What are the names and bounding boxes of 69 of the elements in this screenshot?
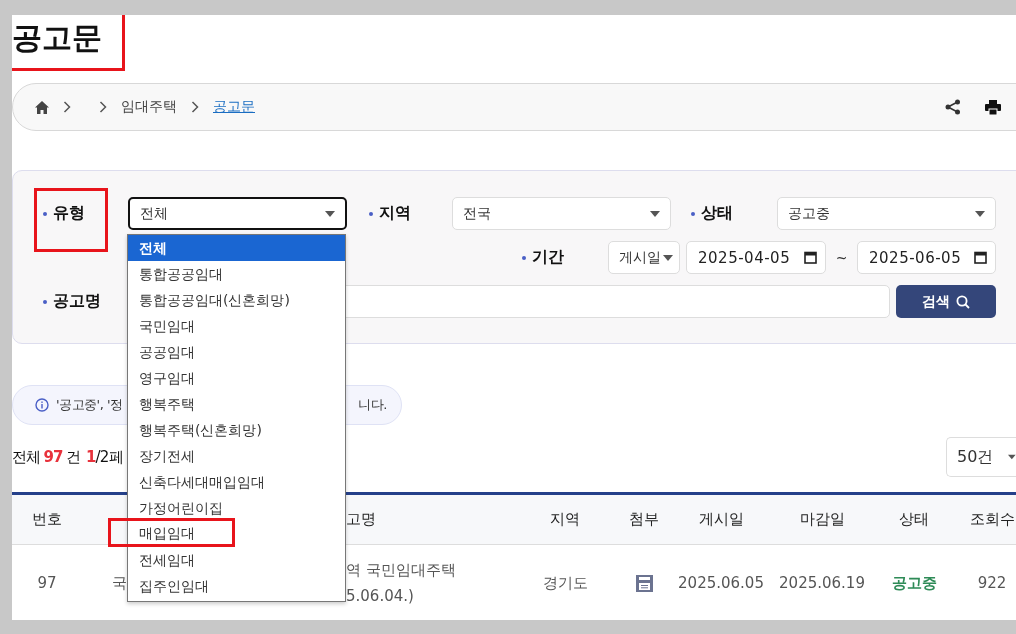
dropdown-option[interactable]: 국민임대 — [128, 313, 345, 339]
select-field[interactable]: 전체 — [128, 197, 347, 230]
total-label: 전체 — [12, 447, 41, 467]
table-cell-text: 경기도 — [541, 572, 589, 594]
table-cell-text: 97 — [36, 573, 58, 594]
info-icon — [35, 398, 49, 412]
notice-title-line[interactable]: 5.06.04.) — [346, 583, 414, 609]
print-icon[interactable] — [985, 99, 1001, 115]
share-icon[interactable] — [945, 99, 961, 115]
notice-title-line[interactable]: 역 국민임대주택 — [346, 557, 456, 583]
page-count: /2페 — [95, 447, 123, 467]
caret-icon — [975, 210, 985, 217]
calendar-icon[interactable] — [974, 251, 987, 264]
dropdown-option[interactable]: 통합공공임대(신혼희망) — [128, 287, 345, 313]
count-unit: 건 — [65, 447, 80, 467]
dropdown-option[interactable]: 집주인임대 — [128, 573, 345, 599]
filter-label: 지역 — [379, 203, 411, 224]
chevron-icon — [191, 101, 199, 113]
calendar-icon[interactable] — [804, 251, 817, 264]
search-button[interactable]: 검색 — [896, 285, 996, 318]
select-field[interactable]: 게시일 — [608, 241, 680, 274]
date-field[interactable]: 2025-04-05 — [686, 241, 826, 274]
column-header: 조회수 — [968, 509, 1016, 530]
chevron-icon — [63, 101, 71, 113]
date-field[interactable]: 2025-06-05 — [857, 241, 996, 274]
table-cell-text: 922 — [976, 573, 1008, 594]
dropdown-option[interactable]: 영구임대 — [128, 365, 345, 391]
column-header: 상태 — [898, 509, 930, 530]
caret-icon — [650, 210, 660, 217]
dropdown-option[interactable]: 행복주택 — [128, 391, 345, 417]
breadcrumb-link[interactable]: 공고문 — [213, 98, 255, 116]
notice-text: '공고중', '정 — [56, 396, 123, 414]
dropdown-option[interactable]: 공공임대 — [128, 339, 345, 365]
column-header: 지역 — [549, 509, 581, 530]
dropdown-option[interactable]: 전세임대 — [128, 547, 345, 573]
caret-icon — [325, 210, 335, 217]
filter-label: 유형 — [53, 203, 85, 224]
dropdown-option[interactable]: 장기전세 — [128, 443, 345, 469]
filter-label: 기간 — [532, 247, 564, 268]
column-header: 마감일 — [798, 509, 846, 530]
search-icon — [956, 294, 970, 309]
dropdown-option[interactable]: 전체 — [128, 235, 345, 261]
column-header: 고명 — [346, 509, 377, 530]
table-cell-text: 2025.06.19 — [778, 573, 866, 594]
column-header: 첨부 — [628, 509, 660, 530]
dropdown-option[interactable]: 행복주택(신혼희망) — [128, 417, 345, 443]
filter-label: 공고명 — [53, 291, 101, 312]
chevron-icon — [99, 101, 107, 113]
table-cell: 국 — [112, 573, 127, 593]
select-field[interactable]: 전국 — [452, 197, 671, 230]
status-text: 공고중 — [891, 573, 937, 593]
breadcrumb-link[interactable]: 임대주택 — [121, 98, 177, 116]
range-separator: ~ — [834, 249, 849, 266]
dropdown-option[interactable]: 통합공공임대 — [128, 261, 345, 287]
dropdown-option[interactable]: 매입임대 — [108, 518, 235, 547]
page-title: 공고문 — [12, 15, 122, 68]
dropdown-option[interactable]: 신축다세대매입임대 — [128, 469, 345, 495]
total-count: 97 — [43, 448, 63, 466]
filter-label: 상태 — [701, 203, 733, 224]
select-field[interactable]: 공고중 — [777, 197, 996, 230]
notice-text: 니다. — [358, 396, 387, 414]
current-page: 1 — [85, 448, 96, 466]
caret-icon — [663, 254, 673, 261]
column-header: 번호 — [31, 509, 63, 530]
column-header: 게시일 — [697, 509, 745, 530]
page-size-select[interactable]: 50건 — [946, 437, 1016, 477]
dropdown-option[interactable]: 가정어린이집 — [128, 495, 345, 521]
caret-icon — [1008, 454, 1016, 460]
home-icon[interactable] — [35, 100, 49, 114]
